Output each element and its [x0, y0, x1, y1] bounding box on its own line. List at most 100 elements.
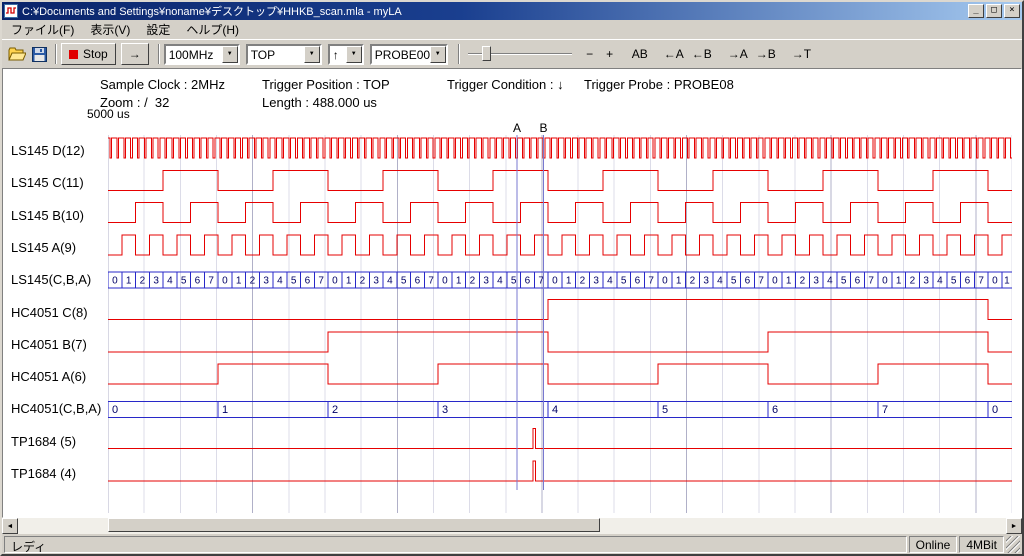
run-button[interactable]: → [121, 43, 149, 65]
resize-grip[interactable] [1006, 536, 1020, 553]
bus-value: 2 [470, 276, 476, 287]
cursor-a-left-button[interactable]: ←A [660, 44, 688, 64]
waveform-canvas[interactable]: 0123456701234567012345670123456701234567… [108, 135, 1012, 513]
titlebar[interactable]: C:¥Documents and Settings¥noname¥デスクトップ¥… [2, 2, 1022, 20]
bus-value: 6 [965, 276, 971, 287]
bus-value: 1 [346, 276, 352, 287]
folder-open-icon [8, 47, 26, 61]
open-file-button[interactable] [5, 43, 28, 65]
bus-value: 0 [442, 276, 448, 287]
ab-measure-button[interactable]: AB [628, 44, 652, 64]
trigger-edge-value: ↑ [330, 46, 346, 63]
bus-value: 3 [703, 276, 709, 287]
bus-value: 4 [607, 276, 613, 287]
bus-value: 4 [827, 276, 833, 287]
channel-label[interactable]: LS145 B(10) [11, 208, 84, 224]
dropdown-arrow-icon[interactable]: ▼ [304, 46, 320, 63]
cursor-b-left-button[interactable]: ←B [688, 44, 716, 64]
goto-trigger-button[interactable]: →T [788, 44, 815, 64]
sample-rate-select[interactable]: 100MHz ▼ [164, 44, 240, 65]
bus-value: 0 [992, 404, 998, 416]
channel-label[interactable]: LS145(C,B,A) [11, 272, 91, 288]
bus-value: 5 [731, 276, 737, 287]
channel-label[interactable]: TP1684 (4) [11, 466, 76, 482]
scroll-right-button[interactable]: ► [1006, 518, 1022, 534]
bus-value: 4 [167, 276, 173, 287]
bus-value: 5 [951, 276, 957, 287]
close-button[interactable]: × [1004, 4, 1020, 18]
bus-value: 4 [717, 276, 723, 287]
stop-icon [69, 50, 78, 59]
zoom-out-button[interactable]: − [580, 44, 600, 64]
statusbar: レディ Online 4MBit [2, 534, 1022, 554]
scrollbar-track[interactable] [18, 518, 1006, 534]
marker-a-label[interactable]: A [513, 121, 521, 135]
channel-label[interactable]: LS145 D(12) [11, 143, 85, 159]
cursor-b-right-button[interactable]: →B [752, 44, 780, 64]
zoom-slider[interactable] [468, 44, 572, 64]
dropdown-arrow-icon[interactable]: ▼ [222, 46, 238, 63]
horizontal-scrollbar[interactable]: ◄ ► [2, 518, 1022, 534]
stop-button[interactable]: Stop [61, 43, 116, 65]
channel-label[interactable]: TP1684 (5) [11, 434, 76, 450]
bus-value: 5 [621, 276, 627, 287]
menu-item-2[interactable]: 設定 [138, 19, 178, 40]
channel-label[interactable]: HC4051 A(6) [11, 369, 86, 385]
dropdown-arrow-icon[interactable]: ▼ [346, 46, 362, 63]
channel-label[interactable]: LS145 C(11) [11, 175, 84, 191]
bus-value: 2 [250, 276, 256, 287]
bus-value: 0 [112, 404, 118, 416]
scrollbar-thumb[interactable] [108, 518, 600, 532]
zoom-slider-thumb[interactable] [482, 46, 491, 61]
bus-value: 4 [387, 276, 393, 287]
cursor-a-right-button[interactable]: →A [724, 44, 752, 64]
menu-item-3[interactable]: ヘルプ(H) [178, 19, 247, 40]
bus-value: 7 [882, 404, 888, 416]
minimize-button[interactable]: _ [968, 4, 984, 18]
bus-value: 0 [662, 276, 668, 287]
waveform-pulse [108, 429, 1012, 449]
bus-value: 5 [841, 276, 847, 287]
dropdown-arrow-icon[interactable]: ▼ [430, 46, 446, 63]
menu-item-1[interactable]: 表示(V) [82, 19, 138, 40]
trigger-probe-select[interactable]: PROBE00 ▼ [370, 44, 448, 65]
bus-value: 3 [263, 276, 269, 287]
maximize-button[interactable]: □ [986, 4, 1002, 18]
zoom-in-button[interactable]: + [600, 44, 620, 64]
channel-label[interactable]: LS145 A(9) [11, 240, 76, 256]
channel-label[interactable]: HC4051 C(8) [11, 305, 88, 321]
bus-value: 0 [772, 276, 778, 287]
waveform-square [108, 300, 1012, 320]
menu-item-0[interactable]: ファイル(F) [3, 19, 82, 40]
bus-value: 7 [758, 276, 764, 287]
bus-value: 0 [992, 276, 998, 287]
trigger-probe-info: Trigger Probe : PROBE08 [584, 77, 734, 92]
bus-value: 6 [745, 276, 751, 287]
bus-value: 6 [415, 276, 421, 287]
window-title: C:¥Documents and Settings¥noname¥デスクトップ¥… [20, 3, 966, 19]
bus-value: 0 [332, 276, 338, 287]
channel-label[interactable]: HC4051(C,B,A) [11, 401, 101, 417]
scroll-left-button[interactable]: ◄ [2, 518, 18, 534]
marker-b-label[interactable]: B [540, 121, 548, 135]
save-button[interactable] [28, 43, 51, 65]
trigger-edge-select[interactable]: ↑ ▼ [328, 44, 364, 65]
bus-value: 6 [772, 404, 778, 416]
bus-value: 3 [373, 276, 379, 287]
trigger-position-select[interactable]: TOP ▼ [246, 44, 322, 65]
bus-value: 4 [277, 276, 283, 287]
waveform-square [108, 235, 1012, 255]
bus-value: 0 [552, 276, 558, 287]
bus-value: 1 [236, 276, 242, 287]
channel-label[interactable]: HC4051 B(7) [11, 337, 87, 353]
bus-value: 7 [868, 276, 874, 287]
bus-value: 1 [896, 276, 902, 287]
menubar: ファイル(F)表示(V)設定ヘルプ(H) [2, 20, 1022, 39]
bus-value: 7 [978, 276, 984, 287]
time-div-label: 5000 us [87, 107, 130, 121]
trigger-condition-info: Trigger Condition : ↓ [447, 77, 564, 92]
toolbar: Stop → 100MHz ▼ TOP ▼ ↑ ▼ PROBE00 ▼ − + … [2, 39, 1022, 68]
bus-value: 4 [937, 276, 943, 287]
stop-label: Stop [83, 47, 108, 61]
bus-value: 5 [401, 276, 407, 287]
